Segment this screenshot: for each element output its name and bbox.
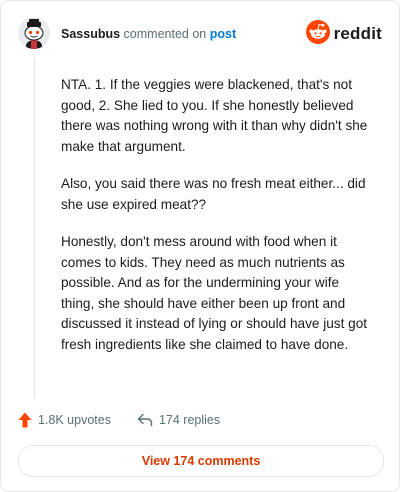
comment-footer: 1.8K upvotes 174 replies	[18, 409, 220, 431]
comment-body: NTA. 1. If the veggies were blackened, t…	[61, 75, 371, 372]
reddit-wordmark: reddit	[333, 24, 382, 43]
reply-count: 174 replies	[158, 413, 221, 427]
reddit-logo[interactable]: reddit	[305, 19, 382, 49]
snoo-avatar-icon[interactable]	[18, 17, 50, 49]
reply-arrow-icon	[137, 413, 153, 427]
upvote-count: 1.8K upvotes	[38, 413, 111, 427]
reply-button[interactable]: 174 replies	[137, 413, 220, 427]
reddit-snoo-icon	[305, 19, 330, 49]
comment-paragraph: NTA. 1. If the veggies were blackened, t…	[61, 77, 368, 154]
post-link[interactable]: post	[210, 27, 236, 41]
comment-header: Sassubus commented on post	[61, 27, 236, 41]
commented-on-text: commented on	[123, 27, 207, 41]
username-link[interactable]: Sassubus	[61, 27, 120, 41]
upvote-arrow-icon	[18, 412, 32, 428]
comment-paragraph: Also, you said there was no fresh meat e…	[61, 176, 366, 212]
upvote-button[interactable]: 1.8K upvotes	[18, 412, 111, 428]
comment-card: Sassubus commented on post reddit NTA. 1…	[0, 0, 400, 492]
comment-paragraph: Honestly, don't mess around with food wh…	[61, 234, 368, 352]
view-comments-button[interactable]: View 174 comments	[18, 445, 384, 477]
thread-line[interactable]	[34, 57, 35, 399]
